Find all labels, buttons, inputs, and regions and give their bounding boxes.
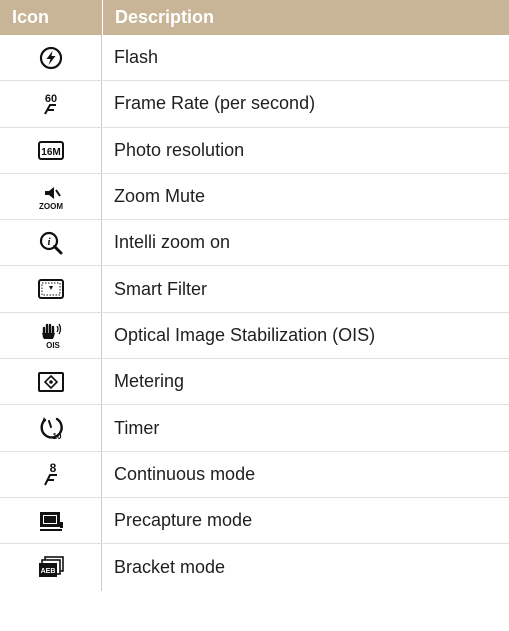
- flash-icon: [39, 46, 62, 69]
- row-label: Intelli zoom on: [114, 232, 231, 253]
- svg-text:i: i: [47, 236, 51, 248]
- intelli-zoom-icon: i: [39, 231, 62, 255]
- row-label: Flash: [114, 47, 159, 68]
- row-label: Smart Filter: [114, 278, 208, 299]
- table-row: Metering: [0, 359, 509, 406]
- row-label: Bracket mode: [114, 556, 226, 577]
- table-row: Smart Filter: [0, 266, 509, 313]
- row-label: Timer: [114, 417, 160, 438]
- row-label: Photo resolution: [114, 139, 245, 160]
- svg-text:8: 8: [49, 461, 56, 475]
- table-row: 60 Frame Rate (per second): [0, 81, 509, 128]
- svg-text:AEB: AEB: [40, 568, 55, 575]
- svg-text:10: 10: [52, 432, 61, 441]
- header-icon-column: Icon: [12, 7, 50, 27]
- timer-icon: 10: [39, 417, 63, 441]
- header-description-column: Description: [102, 0, 509, 35]
- table-row: 16M Photo resolution: [0, 127, 509, 174]
- row-label: Precapture mode: [114, 510, 253, 531]
- zoom-mute-icon: ZOOM: [39, 186, 63, 211]
- row-label: Zoom Mute: [114, 186, 206, 207]
- photo-resolution-icon: 16M: [37, 141, 64, 161]
- table-row: i Intelli zoom on: [0, 220, 509, 267]
- precapture-mode-icon: [39, 511, 63, 531]
- row-label: Frame Rate (per second): [114, 93, 316, 114]
- table-header: Icon Description: [0, 0, 509, 35]
- table-row: Precapture mode: [0, 497, 509, 545]
- table-row: OIS Optical Image Stabilization (OIS): [0, 312, 509, 360]
- row-label: Continuous mode: [114, 463, 256, 484]
- continuous-mode-icon: 8: [43, 461, 57, 486]
- table-row: 8 Continuous mode: [0, 451, 509, 498]
- frame-rate-icon: 60: [43, 93, 57, 115]
- row-label: Metering: [114, 371, 185, 392]
- smart-filter-icon: [37, 279, 64, 300]
- table-row: 10 Timer: [0, 405, 509, 452]
- metering-icon: [37, 371, 64, 392]
- ois-icon: OIS: [41, 324, 61, 350]
- icon-description-table: Icon Description Flash 60 Frame Rate (pe…: [0, 0, 509, 591]
- table-row: AEB Bracket mode: [0, 544, 509, 591]
- svg-text:OIS: OIS: [46, 341, 60, 350]
- table-row: Flash: [0, 35, 509, 82]
- svg-text:60: 60: [44, 93, 56, 105]
- row-label: Optical Image Stabilization (OIS): [114, 324, 376, 345]
- svg-text:ZOOM: ZOOM: [39, 202, 63, 211]
- bracket-mode-icon: AEB: [38, 556, 64, 578]
- table-row: ZOOM Zoom Mute: [0, 173, 509, 221]
- svg-text:16M: 16M: [41, 147, 60, 158]
